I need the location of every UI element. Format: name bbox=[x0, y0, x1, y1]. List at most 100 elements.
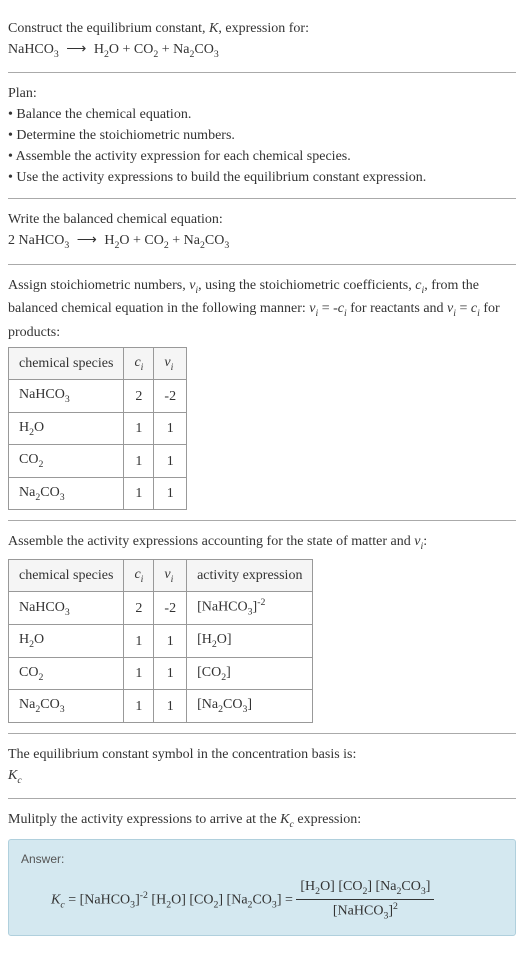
kc-symbol-section: The equilibrium constant symbol in the c… bbox=[8, 734, 516, 799]
text: CO bbox=[223, 697, 242, 712]
sub-i: i bbox=[421, 541, 424, 552]
lhs: NaHCO bbox=[8, 42, 54, 57]
activity-cell: [NaHCO3]-2 bbox=[187, 592, 313, 625]
c-cell: 1 bbox=[124, 625, 154, 657]
fraction: [H2O] [CO2] [Na2CO3][NaHCO3]2 bbox=[296, 876, 434, 925]
intro-prompt: Construct the equilibrium constant, K, e… bbox=[8, 18, 516, 39]
activity-text: Assemble the activity expressions accoun… bbox=[8, 531, 516, 554]
kc-symbol: Kc bbox=[8, 765, 516, 788]
stoich-text: Assign stoichiometric numbers, νi, using… bbox=[8, 275, 516, 343]
col-species: chemical species bbox=[9, 347, 124, 379]
rhs: H bbox=[94, 42, 104, 57]
nu-cell: 1 bbox=[154, 657, 187, 689]
balanced-equation: 2 NaHCO3 ⟶ H2O + CO2 + Na2CO3 bbox=[8, 230, 516, 253]
plan-section: Plan: Balance the chemical equation. Det… bbox=[8, 73, 516, 199]
text: H bbox=[19, 420, 29, 435]
sub-i: i bbox=[171, 574, 174, 585]
sup: -2 bbox=[257, 597, 265, 608]
text: Construct the equilibrium constant, bbox=[8, 21, 209, 36]
sub: 2 bbox=[38, 672, 43, 683]
intro-section: Construct the equilibrium constant, K, e… bbox=[8, 8, 516, 73]
c-cell: 2 bbox=[124, 592, 154, 625]
text: CO bbox=[19, 665, 38, 680]
sub: 3 bbox=[60, 492, 65, 503]
table-row: Na2CO3 1 1 bbox=[9, 477, 187, 509]
text: [CO bbox=[197, 665, 221, 680]
species-cell: Na2CO3 bbox=[9, 477, 124, 509]
text: CO bbox=[252, 892, 271, 907]
lhs: 2 NaHCO bbox=[8, 233, 64, 248]
sub: 3 bbox=[224, 240, 229, 251]
col-activity: activity expression bbox=[187, 559, 313, 591]
kc-text: The equilibrium constant symbol in the c… bbox=[8, 744, 516, 765]
text: [H bbox=[300, 879, 315, 894]
text: [H bbox=[197, 632, 212, 647]
c-cell: 1 bbox=[124, 445, 154, 477]
text: [H bbox=[148, 892, 166, 907]
species-cell: H2O bbox=[9, 412, 124, 444]
K: K bbox=[51, 892, 60, 907]
species-cell: Na2CO3 bbox=[9, 690, 124, 722]
plan-item: Balance the chemical equation. bbox=[8, 104, 516, 125]
rhs: O + CO bbox=[109, 42, 153, 57]
plan-item: Use the activity expressions to build th… bbox=[8, 167, 516, 188]
activity-section: Assemble the activity expressions accoun… bbox=[8, 521, 516, 734]
answer-box: Answer: Kc = [NaHCO3]-2 [H2O] [CO2] [Na2… bbox=[8, 839, 516, 936]
stoich-section: Assign stoichiometric numbers, νi, using… bbox=[8, 265, 516, 521]
plan-title: Plan: bbox=[8, 83, 516, 104]
text: , expression for: bbox=[218, 21, 309, 36]
rhs: CO bbox=[205, 233, 224, 248]
text: NaHCO bbox=[19, 600, 65, 615]
stoich-table: chemical species ci νi NaHCO3 2 -2 H2O 1… bbox=[8, 347, 187, 510]
text: CO bbox=[401, 879, 420, 894]
plan-item: Determine the stoichiometric numbers. bbox=[8, 125, 516, 146]
table-row: H2O 1 1 bbox=[9, 412, 187, 444]
sub-c: c bbox=[17, 775, 21, 786]
activity-table: chemical species ci νi activity expressi… bbox=[8, 559, 313, 723]
text: for reactants and bbox=[347, 301, 447, 316]
arrow-icon: ⟶ bbox=[73, 233, 101, 248]
species-cell: CO2 bbox=[9, 657, 124, 689]
text: ] [Na bbox=[218, 892, 247, 907]
text: O] [CO bbox=[320, 879, 362, 894]
text: ] bbox=[426, 879, 431, 894]
c-cell: 2 bbox=[124, 380, 154, 412]
balanced-section: Write the balanced chemical equation: 2 … bbox=[8, 199, 516, 264]
balanced-title: Write the balanced chemical equation: bbox=[8, 209, 516, 230]
sub: 3 bbox=[60, 704, 65, 715]
text: H bbox=[19, 632, 29, 647]
sub-i: i bbox=[141, 574, 144, 585]
text: O] bbox=[217, 632, 232, 647]
rhs: + Na bbox=[169, 233, 200, 248]
text: CO bbox=[40, 485, 59, 500]
text: ] bbox=[226, 665, 231, 680]
sup: 2 bbox=[393, 901, 398, 912]
table-row: CO2 1 1 bbox=[9, 445, 187, 477]
nu-cell: 1 bbox=[154, 690, 187, 722]
sub: 3 bbox=[65, 606, 70, 617]
rhs: O + CO bbox=[119, 233, 163, 248]
text: = - bbox=[318, 301, 338, 316]
text: Na bbox=[19, 697, 35, 712]
text: NaHCO bbox=[19, 387, 65, 402]
text: O bbox=[34, 420, 44, 435]
table-row: CO2 1 1 [CO 2] bbox=[9, 657, 313, 689]
c-cell: 1 bbox=[124, 477, 154, 509]
species-cell: NaHCO3 bbox=[9, 380, 124, 412]
text: ] = bbox=[277, 892, 297, 907]
text: CO bbox=[40, 697, 59, 712]
species-cell: CO2 bbox=[9, 445, 124, 477]
text: O] [CO bbox=[171, 892, 213, 907]
sub: 3 bbox=[214, 49, 219, 60]
text: [NaHCO bbox=[333, 904, 384, 919]
sub: 3 bbox=[64, 240, 69, 251]
nu-cell: -2 bbox=[154, 380, 187, 412]
nu-cell: 1 bbox=[154, 477, 187, 509]
text: ] [Na bbox=[367, 879, 396, 894]
sup: -2 bbox=[140, 890, 148, 901]
K: K bbox=[280, 812, 289, 827]
text: CO bbox=[19, 452, 38, 467]
table-row: Na2CO3 1 1 [Na2CO3] bbox=[9, 690, 313, 722]
rhs: H bbox=[104, 233, 114, 248]
c-cell: 1 bbox=[124, 657, 154, 689]
